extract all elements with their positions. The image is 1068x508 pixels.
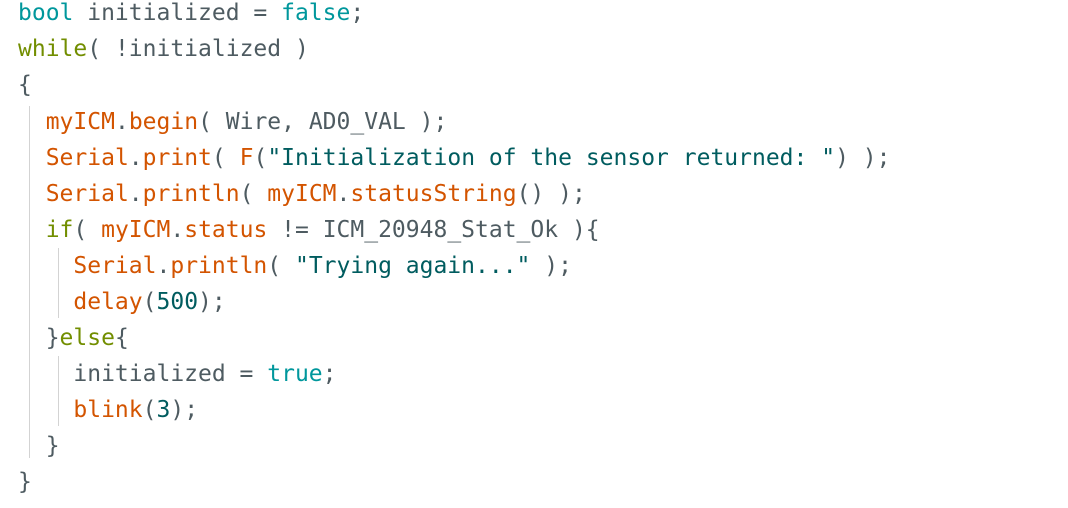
code-token-punct: { [18, 72, 32, 98]
code-token-punct: ); [170, 397, 199, 423]
code-token-string: "Initialization of the sensor returned: … [267, 145, 836, 171]
code-token-ident [18, 181, 46, 207]
code-token-punct: ( Wire, AD0_VAL ); [198, 109, 448, 135]
code-token-punct: . [170, 217, 185, 243]
code-token-keyword: else [59, 325, 115, 351]
code-token-punct: . [114, 109, 129, 135]
code-line[interactable]: if( myICM.status != ICM_20948_Stat_Ok ){ [18, 212, 600, 248]
code-token-func: delay [73, 289, 143, 315]
code-token-func: myICM [101, 217, 171, 243]
code-line[interactable]: }else{ [18, 320, 129, 356]
code-token-func: myICM [45, 109, 115, 135]
code-line[interactable]: initialized = true; [18, 356, 337, 392]
code-line[interactable]: Serial.println( "Trying again..." ); [18, 248, 572, 284]
code-token-func: status [184, 217, 268, 243]
code-token-punct: ); [198, 289, 226, 315]
code-token-punct: ( [211, 145, 240, 171]
code-token-punct: ( [253, 145, 268, 171]
code-token-punct: ; [322, 361, 337, 387]
code-token-func: println [142, 181, 240, 207]
code-token-punct: { [114, 325, 129, 351]
code-token-punct: ; [350, 0, 365, 26]
code-token-ident [18, 145, 46, 171]
code-token-number: 500 [156, 289, 199, 315]
code-token-punct: . [156, 253, 171, 279]
code-token-punct: } [18, 469, 32, 495]
code-token-punct: } [18, 325, 60, 351]
code-token-ident: initialized = [18, 361, 268, 387]
code-token-type: bool [18, 0, 74, 26]
code-token-func: myICM [267, 181, 337, 207]
code-token-func: Serial [73, 253, 157, 279]
code-token-punct: ( [142, 289, 157, 315]
code-token-const: true [267, 361, 323, 387]
code-token-string: "Trying again..." [294, 253, 531, 279]
code-line[interactable]: { [18, 67, 32, 103]
code-token-number: 3 [156, 397, 171, 423]
code-line[interactable]: delay(500); [18, 284, 226, 320]
code-line[interactable]: myICM.begin( Wire, AD0_VAL ); [18, 104, 448, 140]
code-editor[interactable]: bool initialized = false; while( !initial… [0, 0, 1068, 508]
code-token-punct: . [128, 181, 143, 207]
code-token-ident [18, 217, 46, 243]
code-token-func: begin [128, 109, 199, 135]
code-line[interactable]: Serial.print( F("Initialization of the s… [18, 140, 891, 176]
code-token-punct: ( [239, 181, 268, 207]
code-token-func: print [142, 145, 212, 171]
code-token-keyword: while [18, 36, 88, 62]
code-token-ident: initialized = [73, 0, 282, 26]
code-line[interactable]: blink(3); [18, 392, 198, 428]
code-token-func: Serial [45, 145, 129, 171]
code-token-func: Serial [45, 181, 129, 207]
code-token-func: F [239, 145, 254, 171]
code-token-punct: } [18, 433, 60, 459]
code-token-punct: () ); [516, 181, 586, 207]
code-token-ident [18, 289, 73, 315]
code-line[interactable]: } [18, 464, 32, 500]
code-token-punct: ( [142, 397, 157, 423]
code-token-func: blink [73, 397, 143, 423]
code-token-ident [18, 109, 46, 135]
code-token-ident [18, 253, 73, 279]
code-token-punct: != ICM_20948_Stat_Ok ){ [267, 217, 600, 243]
code-token-punct: ); [530, 253, 572, 279]
code-token-func: println [170, 253, 268, 279]
code-token-punct: ) ); [835, 145, 891, 171]
code-token-keyword: if [45, 217, 74, 243]
code-line[interactable]: bool initialized = false; [18, 0, 364, 31]
code-token-ident [18, 397, 73, 423]
code-token-func: statusString [350, 181, 517, 207]
code-token-punct: ( [73, 217, 102, 243]
code-line[interactable]: Serial.println( myICM.statusString() ); [18, 176, 586, 212]
code-token-punct: . [128, 145, 143, 171]
code-token-punct: ( !initialized ) [87, 36, 309, 62]
code-token-punct: . [336, 181, 351, 207]
code-line[interactable]: } [18, 428, 60, 464]
code-token-punct: ( [267, 253, 295, 279]
code-token-const: false [281, 0, 351, 26]
code-line[interactable]: while( !initialized ) [18, 31, 309, 67]
